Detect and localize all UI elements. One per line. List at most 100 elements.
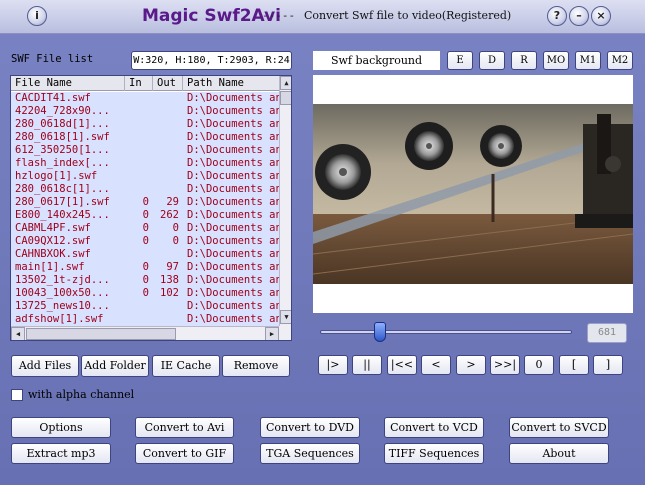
title-bar: i Magic Swf2Avi ----- Convert Swf file t… bbox=[0, 0, 645, 34]
path-cell: D:\Documents an bbox=[187, 222, 279, 234]
prev-frame-button[interactable]: < bbox=[421, 355, 451, 375]
scroll-left-icon[interactable]: ◀ bbox=[11, 327, 25, 340]
reset-button[interactable]: 0 bbox=[524, 355, 554, 375]
list-item[interactable]: CA09QX12.swf 0 0 D:\Documents an bbox=[11, 235, 279, 248]
help-icon[interactable]: ? bbox=[547, 6, 567, 26]
list-item[interactable]: E800_140x245... 0 262 D:\Documents an bbox=[11, 209, 279, 222]
list-item[interactable]: 280_0618c[1]... D:\Documents an bbox=[11, 183, 279, 196]
frame-counter: 681 bbox=[587, 323, 627, 343]
tga-sequences-button[interactable]: TGA Sequences bbox=[260, 443, 360, 464]
list-item[interactable]: CACDIT41.swf D:\Documents an bbox=[11, 92, 279, 105]
column-header-file-name[interactable]: File Name bbox=[11, 76, 125, 91]
file-name-cell: 280_0618[1].swf bbox=[15, 131, 110, 143]
mark-out-button[interactable]: ] bbox=[593, 355, 623, 375]
list-item[interactable]: 13502_1t-zjd... 0 138 D:\Documents an bbox=[11, 274, 279, 287]
add-files-button[interactable]: Add Files bbox=[11, 355, 79, 377]
list-item[interactable]: 280_0618[1].swf D:\Documents an bbox=[11, 131, 279, 144]
list-item[interactable]: CAHNBXOK.swf D:\Documents an bbox=[11, 248, 279, 261]
list-item[interactable]: flash_index[... D:\Documents an bbox=[11, 157, 279, 170]
file-name-cell: CA09QX12.swf bbox=[15, 235, 91, 247]
file-name-cell: 42204_728x90... bbox=[15, 105, 110, 117]
convert-to-vcd-button[interactable]: Convert to VCD bbox=[384, 417, 484, 438]
video-frame bbox=[313, 104, 633, 284]
mode-button-m1[interactable]: M1 bbox=[575, 51, 601, 70]
scroll-right-icon[interactable]: ▶ bbox=[265, 327, 279, 340]
list-item[interactable]: 612_350250[1... D:\Documents an bbox=[11, 144, 279, 157]
in-cell: 0 bbox=[142, 235, 149, 247]
list-item[interactable]: 10043_100x50... 0 102 D:\Documents an bbox=[11, 287, 279, 300]
in-cell: 0 bbox=[142, 196, 149, 208]
swf-background-selector[interactable]: Swf background bbox=[313, 51, 440, 70]
tiff-sequences-button[interactable]: TIFF Sequences bbox=[384, 443, 484, 464]
horizontal-scroll-thumb[interactable] bbox=[26, 328, 176, 340]
file-name-cell: 280_0618d[1]... bbox=[15, 118, 110, 130]
next-frame-button[interactable]: > bbox=[456, 355, 486, 375]
file-name-cell: 280_0617[1].swf bbox=[15, 196, 110, 208]
column-header-path[interactable]: Path Name bbox=[183, 76, 279, 91]
file-name-cell: 13502_1t-zjd... bbox=[15, 274, 110, 286]
file-name-cell: 280_0618c[1]... bbox=[15, 183, 110, 195]
convert-to-dvd-button[interactable]: Convert to DVD bbox=[260, 417, 360, 438]
options-button[interactable]: Options bbox=[11, 417, 111, 438]
mode-button-r[interactable]: R bbox=[511, 51, 537, 70]
first-frame-button[interactable]: |<< bbox=[387, 355, 417, 375]
pause-button[interactable]: || bbox=[352, 355, 382, 375]
convert-to-avi-button[interactable]: Convert to Avi bbox=[135, 417, 234, 438]
file-name-cell: flash_index[... bbox=[15, 157, 110, 169]
convert-to-gif-button[interactable]: Convert to GIF bbox=[135, 443, 234, 464]
path-cell: D:\Documents an bbox=[187, 157, 279, 169]
in-cell: 0 bbox=[142, 209, 149, 221]
path-cell: D:\Documents an bbox=[187, 287, 279, 299]
column-header-in[interactable]: In bbox=[125, 76, 153, 91]
extract-mp3-button[interactable]: Extract mp3 bbox=[11, 443, 111, 464]
mode-button-d[interactable]: D bbox=[479, 51, 505, 70]
remove-button[interactable]: Remove bbox=[222, 355, 290, 377]
list-header: File Name In Out Path Name bbox=[11, 76, 279, 91]
out-cell: 102 bbox=[160, 287, 179, 299]
mode-button-m2[interactable]: M2 bbox=[607, 51, 633, 70]
scroll-corner bbox=[279, 326, 291, 340]
mode-button-mo[interactable]: MO bbox=[543, 51, 569, 70]
timeline-slider-thumb[interactable] bbox=[374, 322, 386, 342]
timeline-slider-track[interactable] bbox=[320, 330, 572, 334]
file-name-cell: E800_140x245... bbox=[15, 209, 110, 221]
app-subtitle: Convert Swf file to video(Registered) bbox=[304, 9, 512, 22]
list-item[interactable]: main[1].swf 0 97 D:\Documents an bbox=[11, 261, 279, 274]
scroll-down-icon[interactable]: ▼ bbox=[280, 310, 291, 324]
file-name-cell: CAHNBXOK.swf bbox=[15, 248, 91, 260]
close-icon[interactable]: × bbox=[591, 6, 611, 26]
list-item[interactable]: 42204_728x90... D:\Documents an bbox=[11, 105, 279, 118]
vertical-scroll-thumb[interactable] bbox=[280, 91, 291, 105]
file-name-cell: hzlogo[1].swf bbox=[15, 170, 98, 182]
ie-cache-button[interactable]: IE Cache bbox=[152, 355, 220, 377]
list-item[interactable]: 280_0618d[1]... D:\Documents an bbox=[11, 118, 279, 131]
info-icon[interactable]: i bbox=[27, 6, 47, 26]
title-separator: ----- bbox=[262, 9, 296, 22]
alpha-channel-checkbox[interactable] bbox=[11, 389, 23, 401]
path-cell: D:\Documents an bbox=[187, 92, 279, 104]
list-item[interactable]: adfshow[1].swf D:\Documents an bbox=[11, 313, 279, 326]
mode-button-e[interactable]: E bbox=[447, 51, 473, 70]
vertical-scrollbar[interactable]: ▲ ▼ bbox=[279, 76, 291, 326]
path-cell: D:\Documents an bbox=[187, 118, 279, 130]
column-header-out[interactable]: Out bbox=[153, 76, 183, 91]
minimize-icon[interactable]: – bbox=[569, 6, 589, 26]
about-button[interactable]: About bbox=[509, 443, 609, 464]
file-name-cell: CACDIT41.swf bbox=[15, 92, 91, 104]
scroll-up-icon[interactable]: ▲ bbox=[280, 76, 291, 90]
app-name: Magic Swf2Avi bbox=[142, 6, 282, 26]
list-item[interactable]: CABML4PF.swf 0 0 D:\Documents an bbox=[11, 222, 279, 235]
list-item[interactable]: 13725_news10... D:\Documents an bbox=[11, 300, 279, 313]
play-button[interactable]: |> bbox=[318, 355, 348, 375]
list-item[interactable]: hzlogo[1].swf D:\Documents an bbox=[11, 170, 279, 183]
add-folder-button[interactable]: Add Folder bbox=[81, 355, 149, 377]
last-frame-button[interactable]: >>| bbox=[490, 355, 520, 375]
out-cell: 262 bbox=[160, 209, 179, 221]
mark-in-button[interactable]: [ bbox=[559, 355, 589, 375]
horizontal-scrollbar[interactable]: ◀ ▶ bbox=[11, 326, 279, 340]
file-list[interactable]: File Name In Out Path Name CACDIT41.swf D… bbox=[10, 75, 292, 341]
convert-to-svcd-button[interactable]: Convert to SVCD bbox=[509, 417, 609, 438]
in-cell: 0 bbox=[142, 287, 149, 299]
path-cell: D:\Documents an bbox=[187, 131, 279, 143]
list-item[interactable]: 280_0617[1].swf 0 29 D:\Documents an bbox=[11, 196, 279, 209]
